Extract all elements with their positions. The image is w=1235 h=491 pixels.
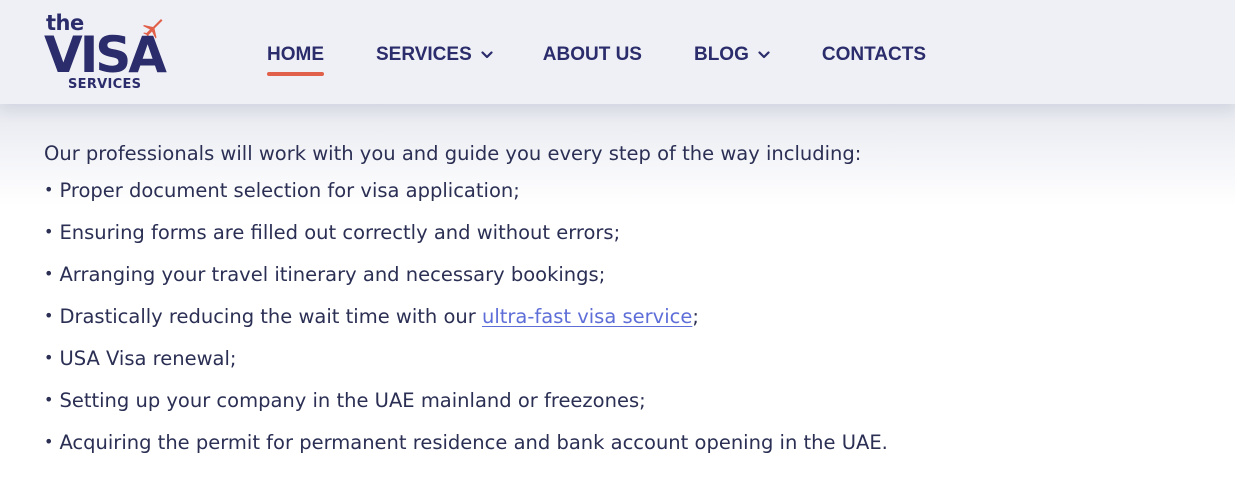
bullet: • (44, 264, 54, 283)
list-item-text: Drastically reducing the wait time with … (59, 305, 476, 328)
list-item-text: Arranging your travel itinerary and nece… (59, 263, 606, 286)
nav-active-underline (267, 72, 324, 76)
chevron-down-icon (481, 51, 493, 59)
bullet: • (44, 306, 54, 325)
main-nav: HOME SERVICES ABOUT US BLOG CONTACTS (267, 0, 926, 104)
link-suffix: ; (692, 305, 699, 328)
nav-home-label: HOME (267, 44, 324, 65)
site-header: the VISA SERVICES HOME SERVICES ABOUT US… (0, 0, 1235, 104)
list-item: • Ensuring forms are filled out correctly… (44, 221, 1224, 263)
nav-services[interactable]: SERVICES (376, 43, 493, 67)
list-item: • Drastically reducing the wait time with… (44, 305, 1224, 347)
logo-visa-text: VISA (44, 26, 167, 84)
list-item-text: Acquiring the permit for permanent resid… (59, 431, 888, 454)
bullet: • (44, 432, 54, 451)
nav-about-label: ABOUT US (542, 44, 642, 65)
nav-home[interactable]: HOME (267, 43, 324, 76)
ultra-fast-visa-service-link[interactable]: ultra-fast visa service (482, 305, 692, 328)
list-item-text: Ensuring forms are filled out correctly … (59, 221, 621, 244)
list-item-text: Proper document selection for visa appli… (59, 179, 520, 202)
nav-services-label: SERVICES (376, 44, 472, 65)
list-item: • Setting up your company in the UAE main… (44, 389, 1224, 431)
list-item: • Arranging your travel itinerary and nec… (44, 263, 1224, 305)
nav-blog-label: BLOG (693, 44, 749, 65)
chevron-down-icon (758, 51, 770, 59)
bullet: • (44, 222, 54, 241)
list-item: • USA Visa renewal; (44, 347, 1224, 389)
nav-about-us[interactable]: ABOUT US (543, 43, 642, 67)
nav-contacts[interactable]: CONTACTS (822, 43, 926, 67)
bullet: • (44, 390, 54, 409)
site-logo[interactable]: the VISA SERVICES (44, 12, 194, 94)
bullet: • (44, 180, 54, 199)
nav-contacts-label: CONTACTS (821, 44, 927, 65)
intro-text: Our professionals will work with you and… (44, 142, 862, 165)
services-list: • Proper document selection for visa appl… (44, 179, 1224, 473)
list-item: • Proper document selection for visa appl… (44, 179, 1224, 221)
list-item: • Acquiring the permit for permanent resi… (44, 431, 1224, 473)
nav-blog[interactable]: BLOG (694, 43, 770, 67)
list-item-text: Setting up your company in the UAE mainl… (59, 389, 646, 412)
bullet: • (44, 348, 54, 367)
list-item-text: USA Visa renewal; (59, 347, 237, 370)
services-content: Our professionals will work with you and… (44, 142, 1224, 473)
logo-services-text: SERVICES (68, 77, 142, 92)
